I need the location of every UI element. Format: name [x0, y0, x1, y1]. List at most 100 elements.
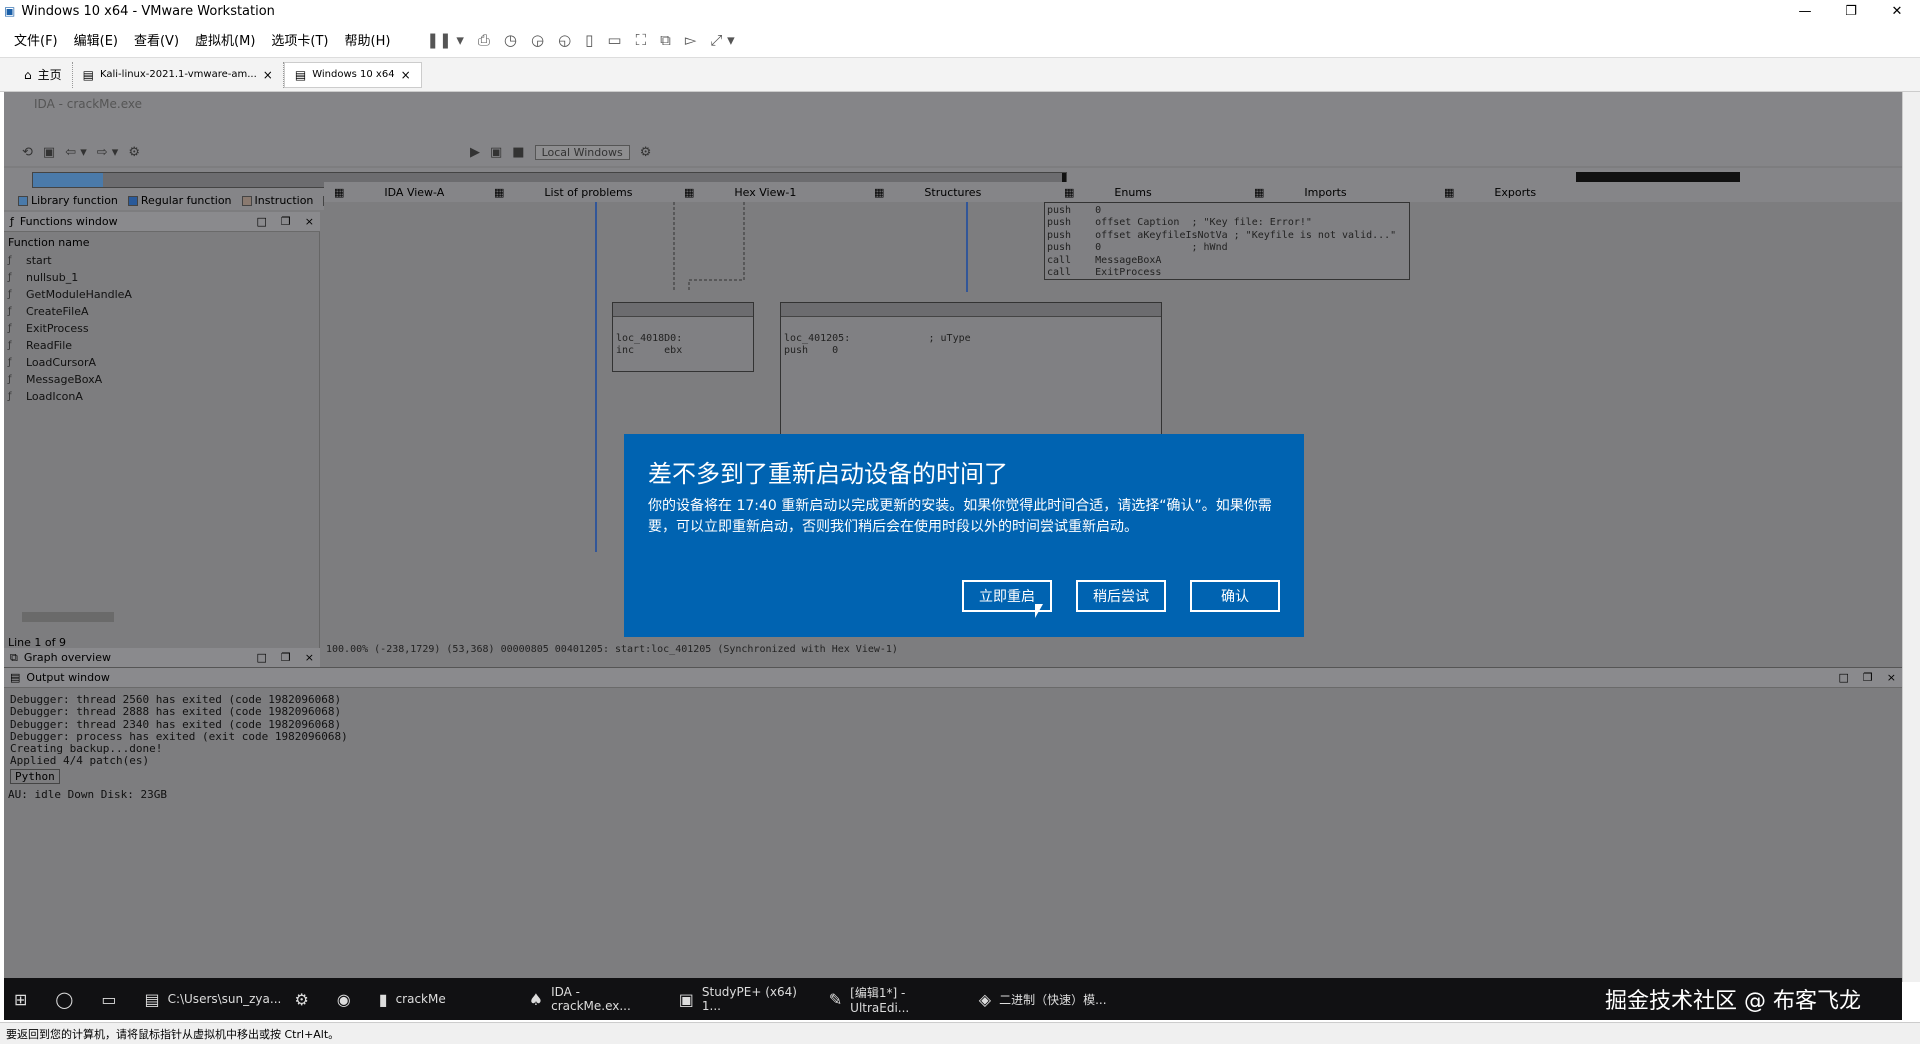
maximize-button[interactable]: ❐: [1828, 0, 1874, 22]
taskbar-item[interactable]: ✎ [编辑1*] - UltraEdi...: [819, 978, 969, 1020]
cortana-icon: ◯: [55, 989, 74, 1009]
menu-view[interactable]: 查看(V): [134, 30, 179, 49]
function-row[interactable]: ƒ ReadFile: [8, 337, 132, 354]
function-row[interactable]: ƒ start: [8, 252, 132, 269]
tab-icon: ▦: [684, 185, 695, 199]
studype-icon: ▣: [678, 989, 694, 1009]
float-icon[interactable]: □: [257, 215, 267, 228]
function-row[interactable]: ƒ MessageBoxA: [8, 371, 132, 388]
home-icon: ⌂: [24, 67, 32, 82]
function-icon: ƒ: [8, 289, 12, 300]
console-icon[interactable]: ▻: [685, 31, 697, 49]
function-row[interactable]: ƒ nullsub_1: [8, 269, 132, 286]
run-icon[interactable]: ▶: [470, 145, 480, 160]
taskbar-item[interactable]: ▤ C:\Users\sun_zya...: [134, 978, 284, 1020]
scroll-thumb[interactable]: [22, 612, 114, 622]
open-icon[interactable]: ⟲: [22, 145, 33, 160]
view-tab[interactable]: ▦ Enums: [1054, 182, 1244, 202]
fullscreen-icon[interactable]: ⛶: [636, 31, 647, 49]
send-keys-icon[interactable]: ⎙: [478, 31, 490, 49]
functions-hscroll[interactable]: [8, 610, 310, 622]
python-tab[interactable]: Python: [10, 769, 60, 784]
pause-debug-icon[interactable]: ▣: [490, 145, 502, 160]
tab-close-icon[interactable]: ×: [263, 68, 273, 82]
view-tab[interactable]: ▦ List of problems: [484, 182, 674, 202]
close-button[interactable]: ✕: [1874, 0, 1920, 22]
dialog-message: 你的设备将在 17:40 重新启动以完成更新的安装。如果你觉得此时间合适，请选择…: [648, 498, 1272, 535]
tab-home[interactable]: ⌂ 主页: [14, 61, 73, 88]
function-row[interactable]: ƒ CreateFileA: [8, 303, 132, 320]
taskbar-item[interactable]: ◈ 二进制（快速）模...: [969, 978, 1119, 1020]
snapshot-icon[interactable]: ◷: [504, 31, 517, 49]
graph-node-loc-4018d0[interactable]: loc_4018D0: inc ebx: [612, 302, 754, 372]
taskbar-item[interactable]: ▭: [91, 978, 134, 1020]
restore-icon[interactable]: ❐: [281, 651, 291, 664]
output-line: Debugger: thread 2888 has exited (code 1…: [10, 705, 342, 719]
forward-icon[interactable]: ⇨ ▾: [97, 145, 119, 160]
function-row[interactable]: ƒ LoadCursorA: [8, 354, 132, 371]
close-pane-icon[interactable]: ×: [305, 215, 314, 228]
restore-icon[interactable]: ❐: [1863, 671, 1873, 684]
menu-tabs[interactable]: 选项卡(T): [271, 30, 328, 49]
view-tab[interactable]: ▦ Exports: [1434, 182, 1624, 202]
tab-windows10[interactable]: ▤ Windows 10 x64 ×: [283, 61, 422, 88]
output-icon: ▤: [10, 671, 21, 684]
back-icon[interactable]: ⇦ ▾: [65, 145, 87, 160]
view-tab[interactable]: ▦ Structures: [864, 182, 1054, 202]
taskbar-item[interactable]: ⊞: [4, 978, 45, 1020]
save-icon[interactable]: ▣: [43, 145, 55, 160]
view-tab-label: List of problems: [544, 185, 633, 199]
sidebar-icon[interactable]: ▯: [585, 31, 593, 49]
menu-help[interactable]: 帮助(H): [345, 30, 391, 49]
taskbar-item[interactable]: ◉: [327, 978, 369, 1020]
taskbar-item[interactable]: ⚙: [284, 978, 326, 1020]
debugger-select[interactable]: Local Windows: [534, 144, 630, 160]
tab-kali[interactable]: ▤ Kali-linux-2021.1-vmware-am... ×: [73, 61, 284, 88]
menu-edit[interactable]: 编辑(E): [74, 30, 118, 49]
ida-toolbar: ⟲ ▣ ⇦ ▾ ⇨ ▾ ⚙ ▶ ▣ ■ Local Windows ⚙: [4, 138, 1902, 166]
graph-node-loc-401205[interactable]: loc_401205: ; uType push 0: [780, 302, 1162, 446]
taskbar-label: IDA - crackMe.ex...: [551, 985, 631, 1013]
taskbar-item[interactable]: ▣ StudyPE+ (x64) 1...: [669, 978, 819, 1020]
try-later-button[interactable]: 稍后尝试: [1076, 580, 1166, 612]
restore-icon[interactable]: ❐: [281, 215, 291, 228]
menu-file[interactable]: 文件(F): [14, 30, 58, 49]
debug-options-icon[interactable]: ⚙: [640, 145, 652, 160]
float-icon[interactable]: □: [257, 651, 267, 664]
function-icon: ƒ: [8, 323, 12, 334]
legend-item: Library function: [18, 194, 118, 207]
minimize-button[interactable]: —: [1782, 0, 1828, 22]
tools-icon[interactable]: ⚙: [128, 145, 140, 160]
revert-snapshot-icon[interactable]: ◶: [531, 31, 544, 49]
view-tab[interactable]: ▦ Hex View-1: [674, 182, 864, 202]
float-icon[interactable]: □: [1839, 671, 1849, 684]
vm-status-text: 要返回到您的计算机，请将鼠标指针从虚拟机中移出或按 Ctrl+Alt。: [6, 1027, 340, 1041]
tab-close-icon[interactable]: ×: [401, 68, 411, 82]
taskbar-item[interactable]: ♠ IDA - crackMe.ex...: [519, 978, 669, 1020]
pause-icon[interactable]: ❚❚ ▾: [426, 31, 463, 49]
confirm-button[interactable]: 确认: [1190, 580, 1280, 612]
taskbar-label: [编辑1*] - UltraEdi...: [850, 985, 910, 1015]
close-pane-icon[interactable]: ×: [1887, 671, 1896, 684]
function-row[interactable]: ƒ ExitProcess: [8, 320, 132, 337]
taskbar-item[interactable]: ◯: [45, 978, 91, 1020]
tab-icon: ▦: [1064, 185, 1075, 199]
vm-icon: ▤: [294, 67, 307, 82]
function-row[interactable]: ƒ GetModuleHandleA: [8, 286, 132, 303]
close-pane-icon[interactable]: ×: [305, 651, 314, 664]
unity-icon[interactable]: ⧉: [660, 31, 671, 49]
stop-debug-icon[interactable]: ■: [512, 145, 524, 160]
ida-menubar: [4, 116, 1902, 138]
restart-dialog: 差不多到了重新启动设备的时间了 你的设备将在 17:40 重新启动以完成更新的安…: [624, 434, 1304, 637]
menu-vm[interactable]: 虚拟机(M): [195, 30, 255, 49]
taskbar-item[interactable]: ▮ crackMe: [369, 978, 519, 1020]
snapshot-manager-icon[interactable]: ◵: [558, 31, 571, 49]
view-tab[interactable]: ▦ Imports: [1244, 182, 1434, 202]
stretch-icon[interactable]: ⤢ ▾: [710, 31, 734, 49]
thumbnail-icon[interactable]: ▭: [607, 31, 621, 49]
taskbar-label: 二进制（快速）模...: [999, 992, 1107, 1007]
view-tab[interactable]: ▦ IDA View-A: [324, 182, 484, 202]
graph-node-error[interactable]: push 0 push offset Caption ; "Key file: …: [1044, 202, 1410, 280]
function-row[interactable]: ƒ LoadIconA: [8, 388, 132, 405]
vmware-scrollbar[interactable]: [1902, 92, 1920, 982]
